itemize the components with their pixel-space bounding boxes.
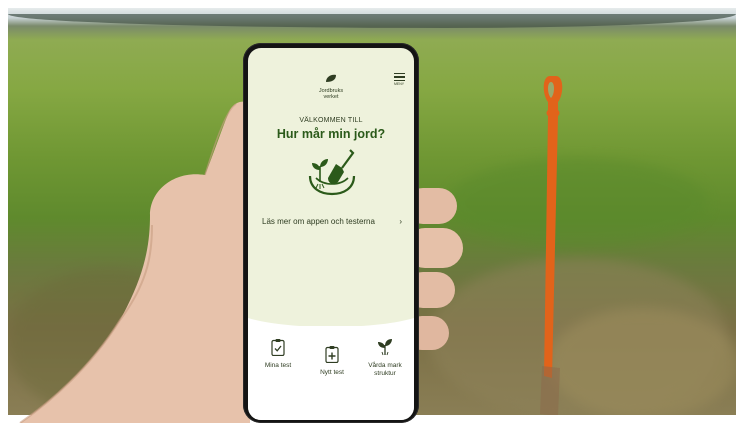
- tab-varda-markstruktur-label: Vårda mark struktur: [368, 362, 402, 377]
- menu-icon-bar: [393, 79, 405, 81]
- clipboard-plus-icon: [325, 346, 339, 363]
- tab-nytt-test-label: Nytt test: [320, 369, 344, 376]
- tab-mina-test-label: Mina test: [264, 362, 292, 369]
- page-title: Hur mår min jord?: [276, 127, 386, 141]
- menu-button[interactable]: MENY: [393, 72, 405, 86]
- logo-text: Jordbruks verket: [318, 88, 344, 100]
- jordbruksverket-logo: Jordbruks verket: [312, 70, 350, 100]
- tab-varda-markstruktur[interactable]: Vårda mark struktur: [362, 338, 408, 378]
- menu-icon-bar: [393, 76, 405, 78]
- app-screen: Jordbruks verket MENY VÄLKOMMEN TILL Hur…: [248, 48, 414, 420]
- tab-mina-test[interactable]: Mina test: [257, 338, 299, 369]
- clipboard-check-icon: [271, 339, 285, 356]
- menu-label: MENY: [393, 81, 405, 86]
- learn-more-label: Läs mer om appen och testerna: [262, 217, 375, 226]
- menu-icon-bar: [393, 73, 405, 75]
- learn-more-link[interactable]: Läs mer om appen och testerna ›: [262, 217, 402, 226]
- logo-leaf-icon: [326, 74, 336, 82]
- sprout-icon: [378, 339, 392, 356]
- chevron-right-icon: ›: [399, 217, 402, 226]
- phone-device: Jordbruks verket MENY VÄLKOMMEN TILL Hur…: [243, 43, 419, 423]
- tab-nytt-test[interactable]: Nytt test: [311, 345, 353, 376]
- welcome-text: VÄLKOMMEN TILL: [299, 117, 363, 124]
- soil-spade-sprout-icon: [308, 149, 356, 196]
